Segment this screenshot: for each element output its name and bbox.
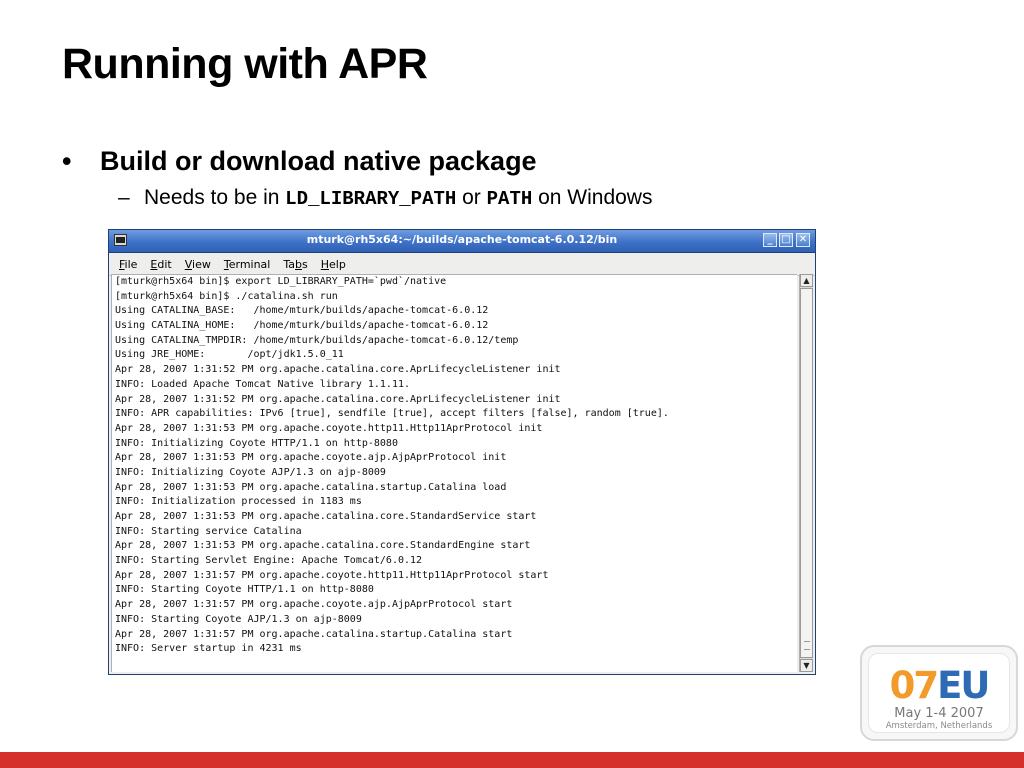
logo-wordmark: 07EU <box>869 666 1009 706</box>
scrollbar-thumb[interactable] <box>800 288 813 658</box>
logo-place: Amsterdam, Netherlands <box>885 721 993 731</box>
minimize-button[interactable]: _ <box>763 233 777 247</box>
terminal-line: Apr 28, 2007 1:31:53 PM org.apache.coyot… <box>115 422 543 434</box>
bullet-glyph: • <box>62 146 72 176</box>
menu-view[interactable]: View <box>185 258 211 271</box>
menu-view-rest: iew <box>192 257 211 271</box>
code-path: PATH <box>486 188 533 210</box>
menu-view-mnemonic: V <box>184 257 193 271</box>
terminal-line: Apr 28, 2007 1:31:52 PM org.apache.catal… <box>115 393 561 405</box>
menu-terminal-rest: erminal <box>228 257 271 271</box>
terminal-line: Using JRE_HOME: /opt/jdk1.5.0_11 <box>115 349 344 361</box>
bullet-text: Build or download native package <box>100 146 537 176</box>
slide-title: Running with APR <box>62 40 428 88</box>
terminal-scrollbar[interactable]: ▲ ▼ <box>799 274 813 672</box>
menu-help-rest: elp <box>329 257 346 271</box>
scrollbar-grip-icon <box>804 641 810 650</box>
terminal-menubar: File Edit View Terminal Tabs Help <box>109 253 815 276</box>
footer-bar <box>0 752 1024 768</box>
dash-glyph: – <box>118 186 130 209</box>
menu-help-mnemonic: H <box>320 257 329 271</box>
terminal-line: Apr 28, 2007 1:31:57 PM org.apache.coyot… <box>115 599 513 611</box>
terminal-line: Using CATALINA_BASE: /home/mturk/builds/… <box>115 305 489 317</box>
terminal-line: INFO: Initializing Coyote AJP/1.3 on ajp… <box>115 466 386 478</box>
terminal-title: mturk@rh5x64:~/builds/apache-tomcat-6.0.… <box>306 233 618 246</box>
terminal-line: INFO: Starting Servlet Engine: Apache To… <box>115 555 423 567</box>
terminal-line: Apr 28, 2007 1:31:53 PM org.apache.catal… <box>115 540 531 552</box>
terminal-line: Using CATALINA_HOME: /home/mturk/builds/… <box>115 320 489 332</box>
terminal-line: INFO: Loaded Apache Tomcat Native librar… <box>115 378 411 390</box>
menu-tabs[interactable]: Tabs <box>283 258 307 271</box>
close-button[interactable]: ✕ <box>796 233 810 247</box>
menu-help[interactable]: Help <box>321 258 346 271</box>
menu-edit[interactable]: Edit <box>150 258 171 271</box>
terminal-line: Apr 28, 2007 1:31:53 PM org.apache.catal… <box>115 511 537 522</box>
logo-dates: May 1-4 2007 <box>894 706 984 721</box>
logo-region: EU <box>937 664 990 707</box>
terminal-titlebar[interactable]: mturk@rh5x64:~/builds/apache-tomcat-6.0.… <box>109 230 815 253</box>
menu-file[interactable]: File <box>119 258 137 271</box>
logo-inner: 07EU May 1-4 2007 Amsterdam, Netherlands <box>868 653 1010 733</box>
menu-tabs-pre: Ta <box>283 257 295 271</box>
terminal-line: [mturk@rh5x64 bin]$ export LD_LIBRARY_PA… <box>115 276 447 287</box>
menu-tabs-mnemonic: b <box>295 257 302 271</box>
scroll-up-arrow-icon[interactable]: ▲ <box>800 274 813 287</box>
menu-file-rest: ile <box>124 257 138 271</box>
terminal-line: INFO: Starting Coyote AJP/1.3 on ajp-800… <box>115 613 362 625</box>
terminal-line: Apr 28, 2007 1:31:57 PM org.apache.coyot… <box>115 569 549 581</box>
menu-terminal[interactable]: Terminal <box>224 258 271 271</box>
bullet-item: • Build or download native package <box>62 146 537 177</box>
maximize-button[interactable]: □ <box>779 233 793 247</box>
scroll-down-arrow-icon[interactable]: ▼ <box>800 659 813 672</box>
sub-prefix: Needs to be in <box>144 186 286 209</box>
sub-mid: or <box>456 186 487 209</box>
terminal-line: Apr 28, 2007 1:31:53 PM org.apache.catal… <box>115 481 507 493</box>
logo-year: 07 <box>889 664 939 707</box>
code-ld-library-path: LD_LIBRARY_PATH <box>285 188 457 210</box>
terminal-line: INFO: Starting Coyote HTTP/1.1 on http-8… <box>115 584 374 596</box>
terminal-line: INFO: Server startup in 4231 ms <box>115 643 302 655</box>
conference-logo: 07EU May 1-4 2007 Amsterdam, Netherlands <box>860 645 1018 741</box>
terminal-line: INFO: Starting service Catalina <box>115 525 302 537</box>
terminal-window: mturk@rh5x64:~/builds/apache-tomcat-6.0.… <box>108 229 816 675</box>
terminal-line: Apr 28, 2007 1:31:53 PM org.apache.coyot… <box>115 452 507 464</box>
terminal-line: Apr 28, 2007 1:31:52 PM org.apache.catal… <box>115 364 561 376</box>
terminal-line: INFO: Initialization processed in 1183 m… <box>115 496 362 508</box>
menu-tabs-rest: s <box>301 257 308 271</box>
sub-bullet-item: – Needs to be in LD_LIBRARY_PATH or PATH … <box>118 186 652 210</box>
menu-edit-rest: dit <box>157 257 172 271</box>
terminal-line: INFO: APR capabilities: IPv6 [true], sen… <box>115 408 669 420</box>
terminal-line: Apr 28, 2007 1:31:57 PM org.apache.catal… <box>115 628 513 640</box>
sub-suffix: on Windows <box>532 186 653 209</box>
terminal-line: Using CATALINA_TMPDIR: /home/mturk/build… <box>115 334 519 346</box>
terminal-output[interactable]: [mturk@rh5x64 bin]$ export LD_LIBRARY_PA… <box>111 274 797 672</box>
terminal-line: INFO: Initializing Coyote HTTP/1.1 on ht… <box>115 437 398 449</box>
terminal-line: [mturk@rh5x64 bin]$ ./catalina.sh run <box>115 290 338 302</box>
